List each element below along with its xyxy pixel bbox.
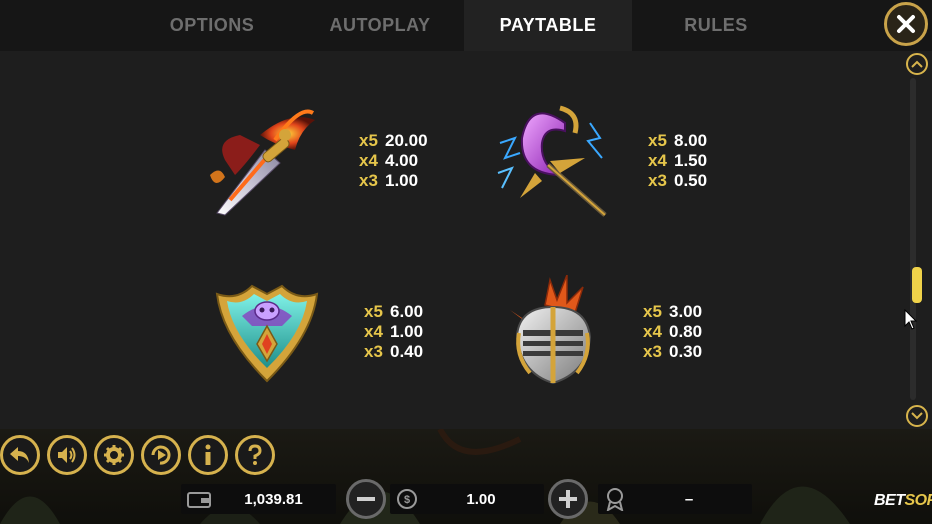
paytable-entry-sword: x5 20.00 x4 4.00 x3 1.00 — [359, 131, 428, 191]
info-button[interactable] — [188, 435, 228, 475]
mouse-cursor-icon — [904, 309, 918, 330]
tab-bar: OPTIONS AUTOPLAY PAYTABLE RULES — [0, 0, 932, 51]
sound-button[interactable] — [47, 435, 87, 475]
win-panel: – — [598, 484, 752, 514]
increase-bet-button[interactable] — [548, 479, 588, 519]
tab-paytable[interactable]: PAYTABLE — [464, 0, 632, 51]
multiplier-label: x3 — [643, 342, 662, 361]
pay-value: 4.00 — [385, 151, 419, 170]
info-icon — [205, 444, 211, 465]
tab-autoplay[interactable]: AUTOPLAY — [296, 0, 464, 51]
close-icon — [897, 15, 915, 33]
win-value: – — [684, 490, 694, 508]
chevron-down-icon — [911, 412, 923, 420]
svg-text:$: $ — [404, 494, 410, 506]
tab-options[interactable]: OPTIONS — [128, 0, 296, 51]
pay-value: 0.30 — [669, 342, 703, 361]
scroll-up-button[interactable] — [906, 53, 928, 75]
multiplier-label: x5 — [648, 131, 667, 150]
paytable-entry-staff: x5 8.00 x4 1.50 x3 0.50 — [648, 131, 707, 191]
scrollbar-track[interactable] — [910, 78, 916, 400]
multiplier-label: x4 — [359, 151, 378, 170]
pay-value: 1.50 — [674, 151, 708, 170]
balance-panel: 1,039.81 — [181, 484, 336, 514]
settings-button[interactable] — [94, 435, 134, 475]
settings-icon — [104, 445, 124, 465]
scrollbar-thumb[interactable] — [912, 266, 922, 303]
multiplier-label: x4 — [648, 151, 667, 170]
multiplier-label: x5 — [643, 302, 662, 321]
paytable-entry-helmet: x5 3.00 x4 0.80 x3 0.30 — [643, 302, 702, 362]
pay-value: 0.40 — [390, 342, 424, 361]
coins-icon: $ — [397, 489, 417, 509]
pay-value: 0.80 — [669, 322, 703, 341]
betsoft-logo: BETSOFT — [874, 492, 932, 509]
multiplier-label: x3 — [364, 342, 383, 361]
back-button[interactable] — [0, 435, 40, 475]
wallet-icon — [187, 492, 211, 508]
autoplay-button[interactable] — [141, 435, 181, 475]
sound-icon — [58, 447, 76, 463]
pay-value: 8.00 — [674, 131, 708, 150]
back-icon — [10, 447, 29, 463]
award-icon — [606, 488, 624, 511]
pay-value: 20.00 — [385, 131, 428, 150]
multiplier-label: x3 — [648, 171, 667, 190]
pay-value: 3.00 — [669, 302, 703, 321]
pay-value: 6.00 — [390, 302, 424, 321]
flaming-sword-symbol — [210, 109, 315, 216]
plus-icon — [559, 490, 577, 508]
pay-value: 0.50 — [674, 171, 708, 190]
chevron-up-icon — [911, 60, 923, 68]
lightning-staff-symbol — [497, 105, 607, 217]
paytable-entry-shield: x5 6.00 x4 1.00 x3 0.40 — [364, 302, 423, 362]
multiplier-label: x4 — [364, 322, 383, 341]
shield-symbol — [215, 284, 319, 383]
pay-value: 1.00 — [390, 322, 424, 341]
multiplier-label: x4 — [643, 322, 662, 341]
multiplier-label: x5 — [364, 302, 383, 321]
minus-icon — [357, 497, 375, 501]
bet-value: 1.00 — [466, 490, 496, 508]
pay-value: 1.00 — [385, 171, 419, 190]
multiplier-label: x3 — [359, 171, 378, 190]
autoplay-icon — [151, 445, 171, 465]
tab-rules[interactable]: RULES — [632, 0, 800, 51]
bet-panel: $ 1.00 — [390, 484, 544, 514]
helmet-symbol — [510, 275, 592, 385]
decrease-bet-button[interactable] — [346, 479, 386, 519]
balance-value: 1,039.81 — [244, 490, 303, 508]
scroll-down-button[interactable] — [906, 405, 928, 427]
help-button[interactable] — [235, 435, 275, 475]
help-icon — [248, 444, 262, 465]
paytable-panel — [0, 51, 932, 429]
multiplier-label: x5 — [359, 131, 378, 150]
close-button[interactable] — [884, 2, 928, 46]
